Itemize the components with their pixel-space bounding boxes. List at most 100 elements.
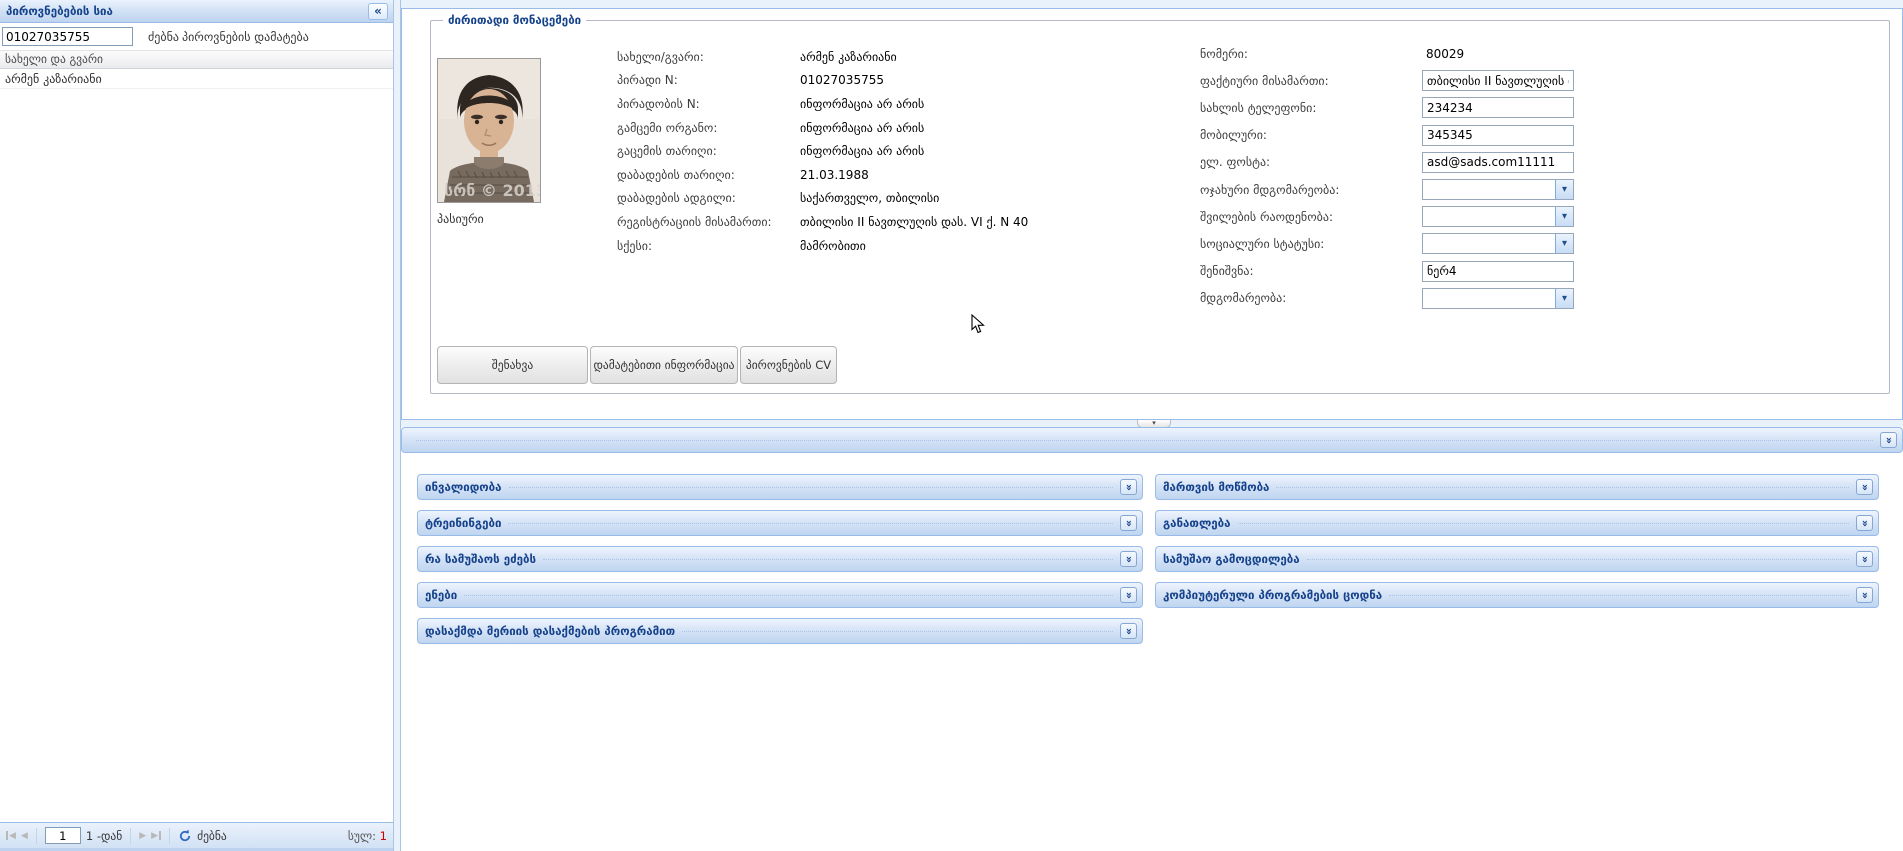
dotted-leader	[464, 595, 1113, 596]
pager-next-button[interactable]: ▶	[139, 831, 146, 841]
double-chevron-down-icon: «	[1123, 519, 1134, 526]
accordion-job-seeking[interactable]: რა სამუშაოს ეძებს «	[417, 546, 1143, 572]
dotted-leader	[682, 631, 1113, 632]
prev-icon: ◀	[9, 831, 16, 841]
field-value: 21.03.1988	[800, 168, 1028, 182]
pager-toolbar: ◀ ◀ 1 -დან ▶ ▶ ძებნა სულ: 1	[0, 822, 393, 848]
field-label: პირადობის N:	[617, 97, 800, 111]
field-label: სახლის ტელეფონი:	[1200, 101, 1422, 115]
search-button[interactable]: ძებნა	[148, 30, 179, 44]
accordion-employment-program[interactable]: დასაქმდა მერიის დასაქმების პროგრამით «	[417, 618, 1143, 644]
pager-of-label: 1 -დან	[86, 829, 122, 843]
combo-trigger-button[interactable]: ▾	[1555, 180, 1573, 199]
field-value: ინფორმაცია არ არის	[800, 144, 1028, 158]
mobile-input[interactable]	[1422, 125, 1574, 146]
arrow-down-icon: ▾	[1152, 419, 1156, 427]
double-chevron-down-icon: «	[1123, 591, 1134, 598]
accordion-disability[interactable]: ინვალიდობა «	[417, 474, 1143, 500]
dotted-leader	[1276, 487, 1849, 488]
field-label: გამცემი ორგანო:	[617, 121, 800, 135]
field-label: სქესი:	[617, 239, 800, 253]
pager-search-button[interactable]: ძებნა	[197, 829, 227, 843]
person-info-grid: სახელი/გვარი:არმენ კაზარიანი პირადი N:01…	[617, 45, 1028, 257]
expand-section-button[interactable]: «	[1120, 515, 1137, 531]
double-chevron-down-icon: «	[1859, 483, 1870, 490]
field-label: სოციალური სტატუსი:	[1200, 237, 1422, 251]
separator	[130, 828, 131, 844]
person-details-grid: ნომერი: 80029 ფაქტიური მისამართი: სახლის…	[1200, 40, 1574, 312]
social-status-combo[interactable]: ▾	[1422, 233, 1574, 254]
marital-status-combo[interactable]: ▾	[1422, 179, 1574, 200]
field-label: მდგომარეობა:	[1200, 291, 1422, 305]
collapsed-section-bar[interactable]: «	[401, 427, 1903, 453]
combo-trigger-button[interactable]: ▾	[1555, 207, 1573, 226]
next-icon: ▶	[139, 831, 146, 841]
email-input[interactable]	[1422, 152, 1574, 173]
field-label: დაბადების თარიღი:	[617, 168, 800, 182]
field-label: სახელი/გვარი:	[617, 50, 800, 64]
pager-last-button[interactable]: ▶	[151, 831, 161, 841]
grid-column-header-name[interactable]: სახელი და გვარი	[0, 50, 393, 69]
accordion-trainings[interactable]: ტრეინინგები «	[417, 510, 1143, 536]
field-label: გაცემის თარიღი:	[617, 144, 800, 158]
add-person-button[interactable]: პიროვნების დამატება	[182, 30, 309, 44]
field-label: რეგისტრაციის მისამართი:	[617, 215, 800, 229]
collapse-panel-button[interactable]: «	[368, 3, 388, 20]
svg-text:სრნ © 2013: სრნ © 2013	[444, 181, 540, 200]
note-input[interactable]	[1422, 261, 1574, 282]
pager-prev-button[interactable]: ◀	[21, 831, 28, 841]
panel-title: პიროვნებების სია	[6, 4, 113, 18]
dotted-leader	[1389, 595, 1849, 596]
expand-section-button[interactable]: «	[1856, 551, 1873, 567]
actual-address-input[interactable]	[1422, 70, 1574, 91]
accordion-languages[interactable]: ენები «	[417, 582, 1143, 608]
pager-first-button[interactable]: ◀	[6, 831, 16, 841]
fieldset-legend: ძირითადი მონაცემები	[443, 13, 586, 27]
accordion-education[interactable]: განათლება «	[1155, 510, 1879, 536]
state-combo[interactable]: ▾	[1422, 288, 1574, 309]
pager-page-input[interactable]	[45, 827, 81, 844]
combo-trigger-button[interactable]: ▾	[1555, 289, 1573, 308]
vertical-splitter[interactable]	[393, 0, 401, 851]
field-label: ელ. ფოსტა:	[1200, 155, 1422, 169]
field-value: არმენ კაზარიანი	[800, 50, 1028, 64]
expand-section-button[interactable]: «	[1120, 479, 1137, 495]
field-value: ინფორმაცია არ არის	[800, 121, 1028, 135]
field-value: თბილისი II ნავთლუღის დას. VI ქ. N 40	[800, 215, 1028, 229]
home-phone-input[interactable]	[1422, 97, 1574, 118]
save-button[interactable]: შენახვა	[437, 346, 588, 384]
person-cv-button[interactable]: პიროვნების CV	[740, 346, 837, 384]
field-label: ნომერი:	[1200, 47, 1422, 61]
accordion-driving-license[interactable]: მართვის მოწმობა «	[1155, 474, 1879, 500]
field-value: საქართველო, თბილისი	[800, 191, 1028, 205]
expand-section-button[interactable]: «	[1856, 587, 1873, 603]
double-chevron-down-icon: «	[1123, 555, 1134, 562]
expand-section-button[interactable]: «	[1120, 623, 1137, 639]
field-label: დაბადების ადგილი:	[617, 191, 800, 205]
expand-section-button[interactable]: «	[1120, 551, 1137, 567]
dotted-leader	[508, 523, 1113, 524]
person-row[interactable]: არმენ კაზარიანი	[0, 69, 393, 89]
children-count-combo[interactable]: ▾	[1422, 206, 1574, 227]
prev-icon: ◀	[21, 831, 28, 841]
dotted-leader	[1238, 523, 1849, 524]
search-input[interactable]	[2, 27, 133, 46]
expand-section-button[interactable]: «	[1120, 587, 1137, 603]
status-label: პასიური	[437, 212, 484, 226]
accordion-computer-skills[interactable]: კომპიუტერული პროგრამების ცოდნა «	[1155, 582, 1879, 608]
field-value: მამრობითი	[800, 239, 1028, 253]
person-photo: სრნ © 2013	[437, 58, 541, 203]
combo-trigger-button[interactable]: ▾	[1555, 234, 1573, 253]
dotted-leader	[509, 487, 1113, 488]
dotted-leader	[543, 559, 1113, 560]
double-chevron-down-icon: «	[1883, 436, 1894, 443]
top-strip	[401, 0, 1903, 8]
additional-info-button[interactable]: დამატებითი ინფორმაცია	[590, 346, 738, 384]
expand-section-button[interactable]: «	[1880, 432, 1897, 448]
field-value: ინფორმაცია არ არის	[800, 97, 1028, 111]
accordion-work-experience[interactable]: სამუშაო გამოცდილება «	[1155, 546, 1879, 572]
chevron-down-icon: ▾	[1562, 184, 1567, 195]
expand-section-button[interactable]: «	[1856, 515, 1873, 531]
refresh-icon[interactable]	[178, 829, 192, 843]
expand-section-button[interactable]: «	[1856, 479, 1873, 495]
